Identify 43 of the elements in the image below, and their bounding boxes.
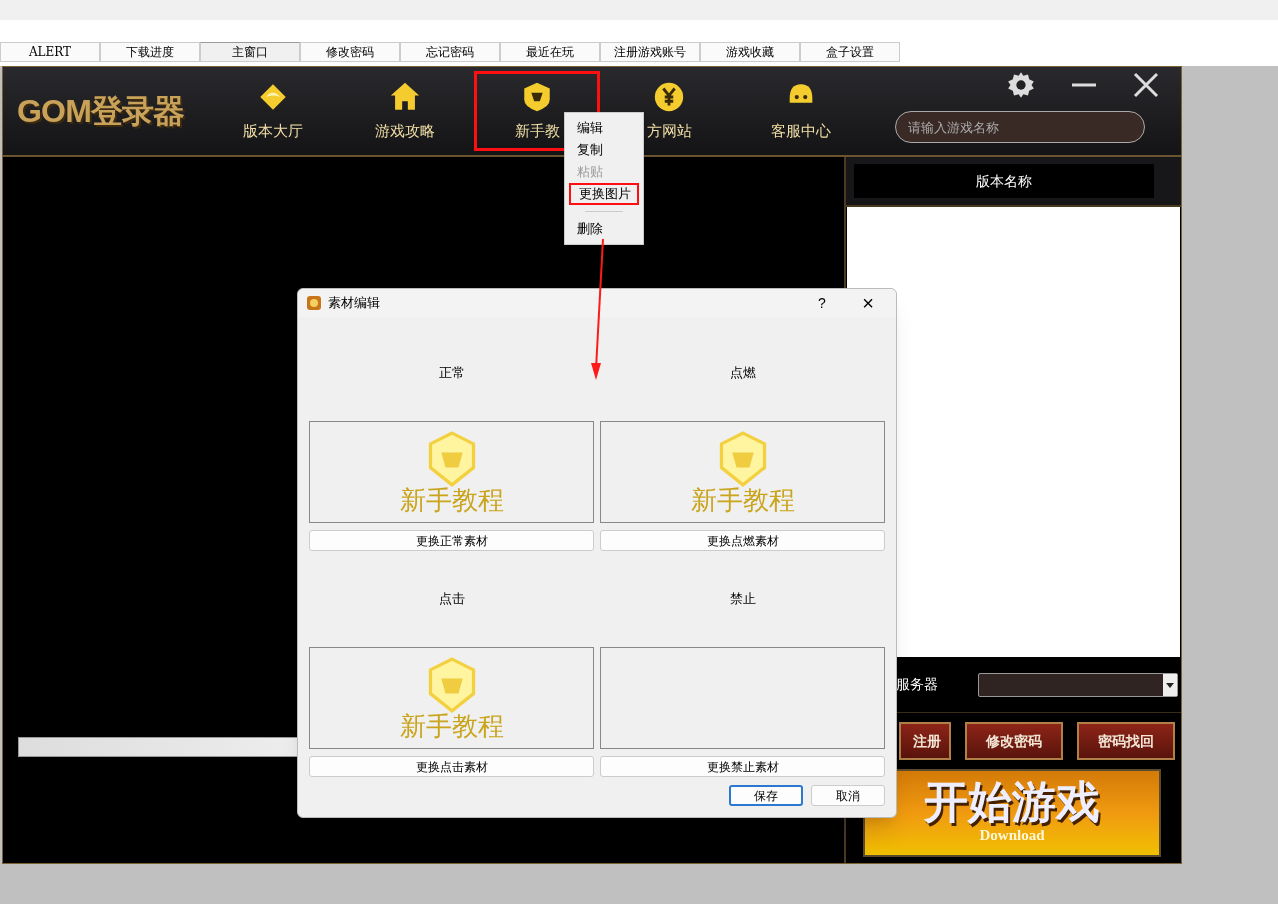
replace-button[interactable]: 更换正常素材	[309, 530, 594, 551]
nav-item[interactable]: 游戏攻略	[339, 68, 471, 154]
app-icon	[306, 295, 322, 311]
column-header: 版本名称	[854, 164, 1154, 198]
field-label: 服务器	[896, 675, 938, 694]
account-button[interactable]: 注册	[899, 722, 951, 760]
tab[interactable]: 盒子设置	[800, 42, 900, 62]
tab[interactable]: 下载进度	[100, 42, 200, 62]
preview-caption: 新手教程	[399, 487, 504, 513]
state-label: 正常	[438, 364, 465, 383]
tab[interactable]: ALERT	[0, 42, 100, 62]
tab[interactable]: 修改密码	[300, 42, 400, 62]
account-button[interactable]: 密码找回	[1077, 722, 1175, 760]
state-label: 点燃	[729, 364, 756, 383]
preview-caption: 新手教程	[399, 713, 504, 739]
replace-button[interactable]: 更换禁止素材	[600, 756, 885, 777]
logo: GOM登录器	[17, 92, 186, 131]
dialog-button[interactable]: 保存	[729, 785, 803, 806]
settings-icon[interactable]	[1007, 71, 1035, 99]
dialog-button[interactable]: 取消	[811, 785, 885, 806]
menu-item[interactable]: 更换图片	[569, 183, 639, 205]
menu-item[interactable]: 复制	[569, 139, 639, 161]
tab[interactable]: 注册游戏账号	[600, 42, 700, 62]
search-field[interactable]: 请输入游戏名称	[895, 111, 1145, 143]
dialog-title: 素材编辑	[328, 294, 381, 313]
state-label: 禁止	[729, 590, 756, 609]
nav-item[interactable]: 客服中心	[735, 68, 867, 154]
tab[interactable]: 主窗口	[200, 42, 300, 62]
close-icon[interactable]	[1133, 72, 1159, 98]
nav-item[interactable]: 版本大厅	[207, 68, 339, 154]
tab[interactable]: 最近在玩	[500, 42, 600, 62]
state-label: 点击	[438, 590, 465, 609]
account-button[interactable]: 修改密码	[965, 722, 1063, 760]
replace-button[interactable]: 更换点燃素材	[600, 530, 885, 551]
close-button[interactable]: ×	[848, 293, 888, 313]
menu-item[interactable]: 编辑	[569, 117, 639, 139]
replace-button[interactable]: 更换点击素材	[309, 756, 594, 777]
tab[interactable]: 游戏收藏	[700, 42, 800, 62]
menu-item[interactable]: 删除	[569, 218, 639, 240]
server-dropdown[interactable]	[978, 672, 1178, 697]
tab[interactable]: 忘记密码	[400, 42, 500, 62]
preview-caption: 新手教程	[690, 487, 795, 513]
help-button[interactable]: ?	[802, 292, 842, 314]
